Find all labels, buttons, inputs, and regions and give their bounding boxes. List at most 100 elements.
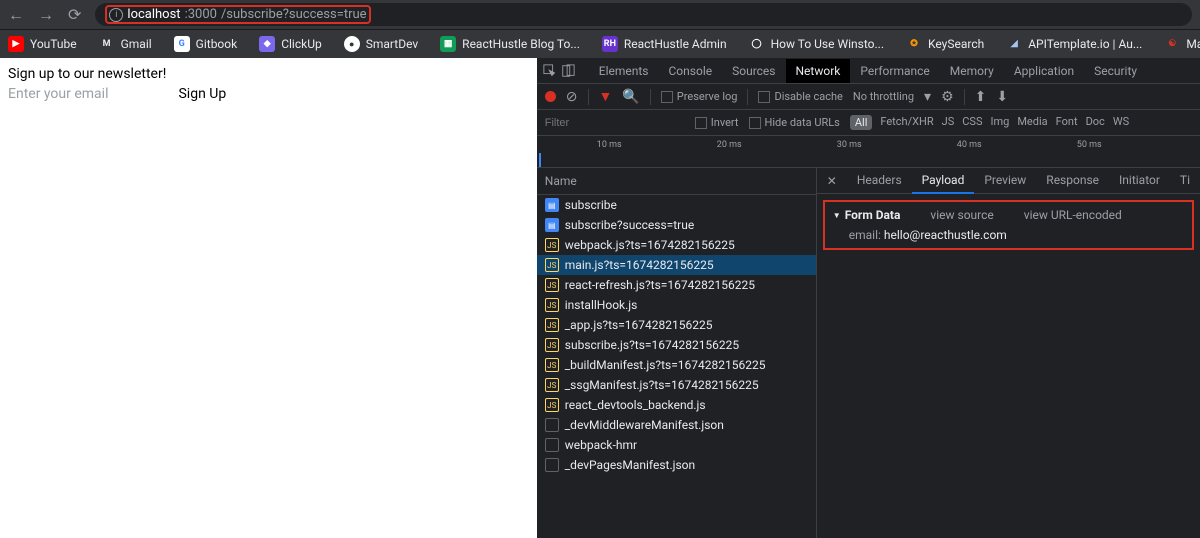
- request-row[interactable]: JS_ssgManifest.js?ts=1674282156225: [537, 375, 816, 395]
- request-name: webpack.js?ts=1674282156225: [565, 238, 735, 252]
- payload-highlight: ▼Form Data view source view URL-encoded …: [823, 200, 1194, 250]
- detail-tab-ti[interactable]: Ti: [1170, 168, 1200, 194]
- bookmark-icon: G: [174, 36, 190, 52]
- filter-type-fetch-xhr[interactable]: Fetch/XHR: [880, 115, 933, 130]
- record-button[interactable]: [545, 91, 556, 102]
- bookmark-item[interactable]: ▦ReactHustle Blog To...: [440, 36, 580, 52]
- request-row[interactable]: JSreact_devtools_backend.js: [537, 395, 816, 415]
- inspect-icon[interactable]: [543, 64, 557, 78]
- request-row[interactable]: JSinstallHook.js: [537, 295, 816, 315]
- forward-button[interactable]: →: [38, 5, 54, 25]
- preserve-log-checkbox[interactable]: Preserve log: [661, 90, 738, 103]
- devtools-tab-application[interactable]: Application: [1004, 59, 1084, 83]
- throttling-select[interactable]: No throttling: [853, 90, 914, 103]
- export-icon[interactable]: ⬇: [996, 89, 1008, 105]
- info-icon[interactable]: i: [109, 8, 123, 22]
- reload-button[interactable]: ⟳: [68, 5, 81, 24]
- url-domain: localhost: [127, 7, 180, 22]
- devtools-tab-performance[interactable]: Performance: [850, 59, 939, 83]
- request-row[interactable]: webpack-hmr: [537, 435, 816, 455]
- bookmark-label: YouTube: [30, 37, 77, 51]
- address-bar[interactable]: i localhost:3000/subscribe?success=true: [95, 3, 1192, 26]
- devtools-tab-elements[interactable]: Elements: [589, 59, 659, 83]
- request-row[interactable]: ▤subscribe?success=true: [537, 215, 816, 235]
- url-highlight: i localhost:3000/subscribe?success=true: [105, 5, 370, 24]
- filter-type-ws[interactable]: WS: [1113, 115, 1129, 130]
- signup-button[interactable]: Sign Up: [178, 86, 226, 102]
- filter-toggle-icon[interactable]: ▼: [599, 88, 613, 105]
- bookmark-item[interactable]: ✪KeySearch: [906, 36, 984, 52]
- devtools-tabs: ElementsConsoleSourcesNetworkPerformance…: [589, 59, 1147, 83]
- devtools-tab-console[interactable]: Console: [659, 59, 723, 83]
- throttling-dropdown-icon[interactable]: ▾: [924, 89, 931, 105]
- disable-cache-checkbox[interactable]: Disable cache: [758, 90, 842, 103]
- devtools-tab-memory[interactable]: Memory: [940, 59, 1004, 83]
- filter-input[interactable]: [545, 117, 685, 129]
- request-row[interactable]: _devMiddlewareManifest.json: [537, 415, 816, 435]
- request-row[interactable]: JSwebpack.js?ts=1674282156225: [537, 235, 816, 255]
- filter-type-all[interactable]: All: [850, 115, 873, 130]
- bookmark-item[interactable]: ◢APITemplate.io | Au...: [1006, 36, 1142, 52]
- filter-type-img[interactable]: Img: [991, 115, 1010, 130]
- detail-tab-headers[interactable]: Headers: [847, 168, 912, 194]
- bookmark-item[interactable]: MGmail: [99, 36, 152, 52]
- close-detail-icon[interactable]: ✕: [817, 174, 847, 188]
- bookmarks-bar: ▶YouTube MGmail G Gitbook ◆ClickUp ●SmartDev ▦…: [0, 30, 1200, 58]
- filter-bar: Invert Hide data URLs All Fetch/XHR JS CSS I…: [537, 110, 1200, 136]
- import-icon[interactable]: ⬆: [975, 89, 987, 105]
- bookmark-item[interactable]: RHReactHustle Admin: [602, 36, 727, 52]
- bookmark-icon: ●: [344, 36, 360, 52]
- bookmark-item[interactable]: G Gitbook: [174, 36, 238, 52]
- form-field-key: email:: [849, 228, 881, 242]
- request-name: _devMiddlewareManifest.json: [565, 418, 724, 432]
- bookmark-item[interactable]: ◯How To Use Winsto...: [749, 36, 884, 52]
- invert-checkbox[interactable]: Invert: [695, 116, 739, 129]
- request-row[interactable]: JSsubscribe.js?ts=1674282156225: [537, 335, 816, 355]
- request-detail-panel: ✕ HeadersPayloadPreviewResponseInitiator…: [817, 168, 1200, 538]
- bookmark-item[interactable]: ●SmartDev: [344, 36, 418, 52]
- devtools-tab-network[interactable]: Network: [786, 59, 851, 83]
- bookmark-label: ClickUp: [281, 37, 322, 51]
- filter-type-media[interactable]: Media: [1017, 115, 1047, 130]
- request-row[interactable]: ▤subscribe: [537, 195, 816, 215]
- request-row[interactable]: JSmain.js?ts=1674282156225: [537, 255, 816, 275]
- detail-tab-response[interactable]: Response: [1036, 168, 1109, 194]
- bookmark-item[interactable]: ☯Mantak Chia - How: [1164, 36, 1200, 52]
- network-timeline[interactable]: 10 ms20 ms30 ms40 ms50 ms: [537, 136, 1200, 168]
- hide-data-urls-checkbox[interactable]: Hide data URLs: [749, 116, 840, 129]
- request-row[interactable]: JS_buildManifest.js?ts=1674282156225: [537, 355, 816, 375]
- request-row[interactable]: JSreact-refresh.js?ts=1674282156225: [537, 275, 816, 295]
- detail-tab-preview[interactable]: Preview: [974, 168, 1036, 194]
- filter-type-css[interactable]: CSS: [962, 115, 982, 130]
- view-url-encoded-link[interactable]: view URL-encoded: [1024, 208, 1122, 222]
- bookmark-label: Mantak Chia - How: [1186, 37, 1200, 51]
- back-button[interactable]: ←: [8, 5, 24, 25]
- bookmark-item[interactable]: ◆ClickUp: [259, 36, 322, 52]
- view-source-link[interactable]: view source: [930, 208, 993, 222]
- request-type-icon: [545, 458, 559, 472]
- clear-button[interactable]: ⊘: [566, 89, 578, 105]
- request-row[interactable]: JS_app.js?ts=1674282156225: [537, 315, 816, 335]
- name-column-header[interactable]: Name: [537, 168, 816, 195]
- bookmark-item[interactable]: ▶YouTube: [8, 36, 77, 52]
- filter-type-font[interactable]: Font: [1056, 115, 1078, 130]
- search-icon[interactable]: 🔍: [622, 89, 639, 105]
- devtools-tab-security[interactable]: Security: [1084, 59, 1147, 83]
- email-input[interactable]: Enter your email: [8, 86, 108, 102]
- page-heading: Sign up to our newsletter!: [8, 66, 529, 82]
- filter-type-js[interactable]: JS: [942, 115, 955, 130]
- timeline-mark: 40 ms: [957, 140, 982, 150]
- device-icon[interactable]: [561, 64, 575, 78]
- detail-tab-payload[interactable]: Payload: [912, 168, 975, 194]
- request-name: subscribe.js?ts=1674282156225: [565, 338, 739, 352]
- devtools-panel: ElementsConsoleSourcesNetworkPerformance…: [537, 58, 1200, 538]
- request-name: webpack-hmr: [565, 438, 637, 452]
- browser-toolbar: ← → ⟳ i localhost:3000/subscribe?success…: [0, 0, 1200, 30]
- devtools-tab-sources[interactable]: Sources: [722, 59, 785, 83]
- form-data-toggle[interactable]: ▼Form Data: [833, 208, 901, 222]
- network-conditions-icon[interactable]: ⚙: [941, 89, 954, 105]
- request-row[interactable]: _devPagesManifest.json: [537, 455, 816, 475]
- bookmark-label: Gitbook: [196, 37, 238, 51]
- filter-type-doc[interactable]: Doc: [1086, 115, 1105, 130]
- detail-tab-initiator[interactable]: Initiator: [1109, 168, 1170, 194]
